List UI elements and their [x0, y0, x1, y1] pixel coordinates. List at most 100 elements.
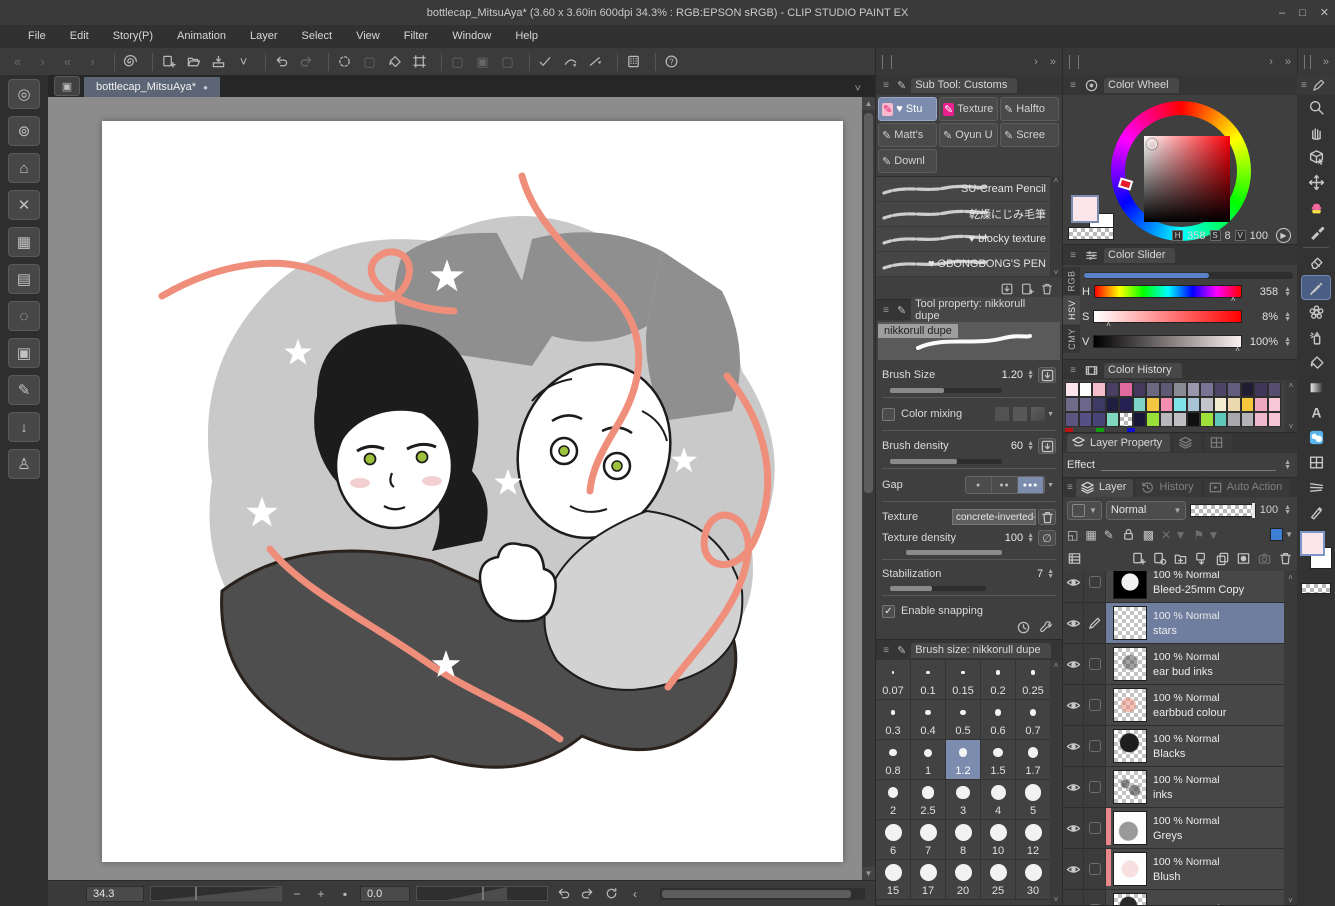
brush-size-cell[interactable]: 4 — [981, 780, 1016, 820]
material-folder-button[interactable]: ♙ — [8, 449, 40, 479]
panel-menu-icon[interactable]: ≡ — [880, 80, 892, 91]
scroll-down-icon[interactable]: ▼ — [862, 867, 875, 880]
menu-item[interactable]: View — [344, 25, 392, 48]
spinner-icon[interactable]: ▲ ▼ — [1284, 504, 1291, 516]
toolbar-button[interactable] — [322, 52, 329, 71]
layer-visibility-eye-icon[interactable] — [1063, 603, 1084, 643]
brush-list-item[interactable]: ♥ OBONGBONG'S PEN — [876, 252, 1062, 277]
channel-slider[interactable]: ˄ — [1093, 285, 1243, 304]
color-slider-scrollbar[interactable] — [1084, 272, 1293, 279]
slider-marker-icon[interactable]: ˄ — [1235, 345, 1240, 354]
texture-density-slider[interactable] — [906, 550, 1002, 555]
layer-row[interactable]: 100 % Normal ear bud inks — [1063, 644, 1297, 685]
history-swatch[interactable] — [1227, 412, 1241, 427]
toolbar-button[interactable]: « — [6, 51, 29, 73]
history-swatch[interactable] — [1119, 397, 1133, 412]
toolbar-button[interactable] — [182, 51, 205, 73]
transfer-down-icon[interactable] — [1194, 551, 1209, 566]
panel-menu-icon[interactable]: ≡ — [880, 305, 892, 316]
history-swatch[interactable] — [1213, 382, 1227, 397]
subtool-group-tab[interactable]: ✎ Scree — [1000, 123, 1059, 147]
material-folder-button[interactable]: ✕ — [8, 190, 40, 220]
merge-down-icon[interactable] — [1215, 551, 1230, 566]
panel-menu-icon[interactable]: ≡ — [880, 645, 892, 656]
brush-list-scrollbar[interactable]: ˄ ˅ — [1050, 176, 1062, 277]
brush-size-cell[interactable]: 15 — [876, 860, 911, 900]
minimize-button[interactable]: – — [1279, 7, 1285, 19]
history-swatch[interactable] — [1254, 412, 1268, 427]
layer-name[interactable]: inks — [1153, 789, 1220, 801]
history-swatch[interactable] — [1078, 382, 1092, 397]
layer-row[interactable]: 100 % Normal stars — [1063, 603, 1297, 644]
scroll-down-icon[interactable]: ˅ — [1054, 895, 1059, 904]
dock-grip-icon[interactable] — [1304, 54, 1311, 69]
history-swatch[interactable] — [1227, 397, 1241, 412]
wheel-mode-toggle-icon[interactable]: ▶ — [1276, 228, 1291, 243]
history-swatch[interactable] — [1132, 397, 1146, 412]
chevron-down-icon[interactable]: ▼ — [1047, 411, 1054, 418]
lock-transparent-pixels-icon[interactable]: ▩ — [1143, 528, 1154, 542]
brush-size-cell[interactable]: 1.2 — [946, 740, 981, 780]
brush-size-cell[interactable]: 25 — [981, 860, 1016, 900]
brush-density-source-button[interactable] — [1038, 438, 1056, 454]
tool-button[interactable] — [1301, 325, 1331, 350]
toolbar-button[interactable]: ˅ — [232, 51, 255, 73]
main-color-swatch[interactable] — [1300, 531, 1325, 556]
layer-name[interactable]: earbbud colour — [1153, 707, 1226, 719]
tool-button[interactable] — [1303, 247, 1329, 248]
toolbar-button[interactable]: ▢ — [496, 51, 519, 73]
layer-row[interactable]: 100 % Normal Greys — [1063, 808, 1297, 849]
spinner-icon[interactable]: ▲ ▼ — [1284, 336, 1291, 348]
menu-item[interactable]: Help — [503, 25, 550, 48]
transparent-color-swatch[interactable] — [1301, 583, 1331, 594]
import-subtool-icon[interactable] — [1000, 282, 1014, 296]
draft-layer-icon[interactable]: ✎ — [1104, 528, 1114, 542]
layer-thumbnail[interactable] — [1113, 893, 1147, 905]
layer-color-combo[interactable]: ▼ — [1270, 528, 1293, 541]
saturation-value-square[interactable] — [1144, 136, 1230, 222]
layer-visibility-eye-icon[interactable] — [1063, 685, 1084, 725]
texture-density-value[interactable]: 100 — [989, 532, 1023, 544]
toolbar-button[interactable] — [622, 51, 645, 73]
delete-layer-icon[interactable] — [1278, 551, 1293, 566]
create-subtool-icon[interactable] — [1020, 282, 1034, 296]
toolbar-button[interactable] — [523, 52, 530, 71]
layer-select-checkbox[interactable] — [1084, 890, 1106, 905]
history-swatch[interactable] — [1159, 397, 1173, 412]
brush-size-cell[interactable]: 0.3 — [876, 700, 911, 740]
enable-mask-combo[interactable]: ✕ ▼ — [1161, 528, 1186, 542]
layer-thumbnail[interactable] — [1113, 811, 1147, 845]
brush-size-cell[interactable]: 0.25 — [1016, 660, 1051, 700]
menu-item[interactable]: File — [16, 25, 58, 48]
history-swatch[interactable] — [1119, 412, 1133, 427]
brush-list-item[interactable]: SU-Cream Pencil — [876, 177, 1062, 202]
spinner-icon[interactable]: ▲ ▼ — [1027, 440, 1034, 452]
flip-view-icon[interactable]: ‹ — [626, 885, 644, 903]
channel-value[interactable]: 100% — [1246, 336, 1278, 348]
tool-button[interactable] — [1301, 450, 1331, 475]
subtool-group-tab[interactable]: ✎ Texture — [939, 97, 998, 121]
tool-button[interactable] — [1301, 275, 1331, 300]
ruler-range-combo[interactable]: ⚑ ▼ — [1193, 528, 1219, 542]
scroll-down-icon[interactable]: ˅ — [1289, 422, 1294, 431]
tool-button[interactable] — [1301, 195, 1331, 220]
layer-name[interactable]: Bleed-25mm Copy — [1153, 584, 1244, 596]
zoom-out-button[interactable]: − — [288, 885, 306, 903]
brush-density-slider[interactable] — [890, 459, 1002, 464]
zoom-in-button[interactable]: + — [312, 885, 330, 903]
canvas-thumbnail-button[interactable]: ▣ — [54, 76, 80, 96]
toolbar-button[interactable]: ▢ — [358, 51, 381, 73]
layer-row[interactable]: 100 % Normal — [1063, 890, 1297, 905]
brush-size-cell[interactable]: 1.5 — [981, 740, 1016, 780]
brush-size-source-button[interactable] — [1038, 367, 1056, 383]
toolbar-button[interactable] — [108, 52, 115, 71]
history-swatch[interactable] — [1105, 382, 1119, 397]
gap-option-narrow[interactable]: ● — [966, 477, 993, 493]
layer-visibility-eye-icon[interactable] — [1063, 726, 1084, 766]
toolbar-button[interactable] — [295, 51, 318, 73]
layer-name[interactable]: Blush — [1153, 871, 1220, 883]
panel-menu-icon[interactable]: ≡ — [1067, 365, 1079, 376]
layer-select-checkbox[interactable] — [1084, 849, 1106, 889]
history-swatch[interactable] — [1132, 382, 1146, 397]
scroll-up-icon[interactable]: ˄ — [1054, 661, 1059, 670]
